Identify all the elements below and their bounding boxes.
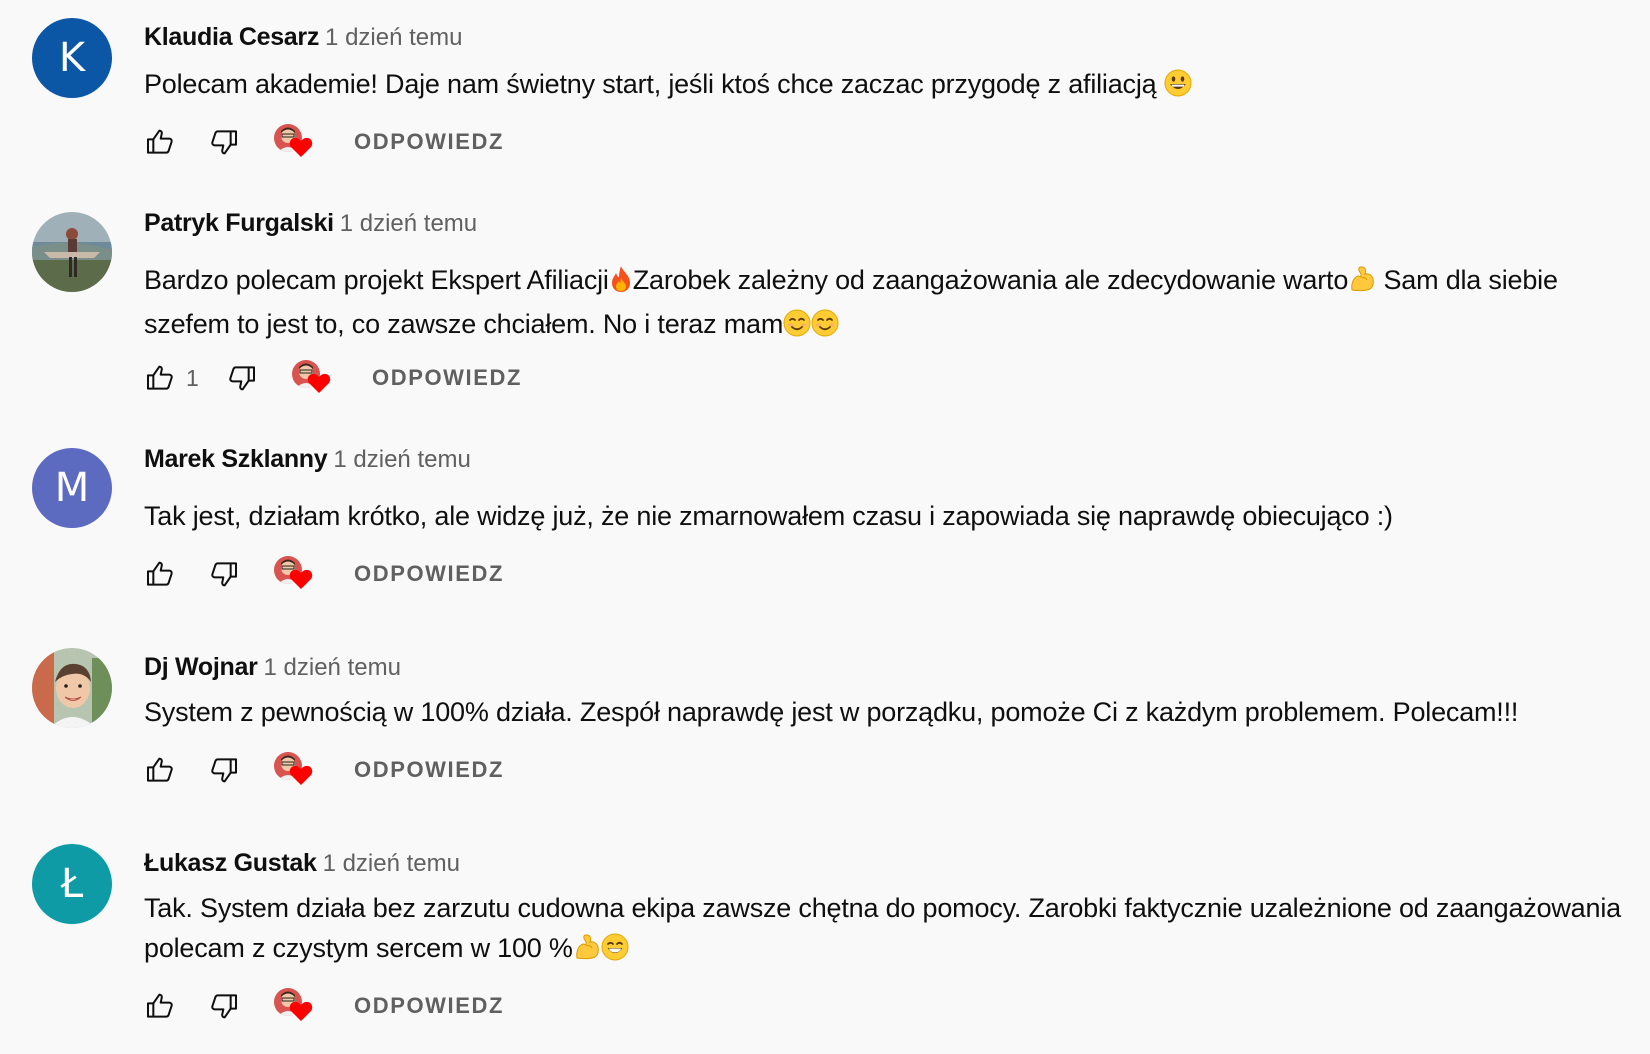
comment-text: Bardzo polecam projekt Ekspert Afiliacji… xyxy=(144,260,1634,348)
avatar[interactable]: Ł xyxy=(32,844,112,924)
heart-icon xyxy=(289,136,313,163)
like-button[interactable] xyxy=(140,358,180,398)
creator-heart-badge xyxy=(272,986,316,1026)
thumbs-down-icon xyxy=(211,130,237,155)
author-name[interactable]: Klaudia Cesarz xyxy=(144,23,319,51)
comments-list: K Klaudia Cesarz 1 dzień temu Polecam aka… xyxy=(0,0,1650,1054)
reply-button[interactable]: ODPOWIEDZ xyxy=(354,129,504,155)
comment-time[interactable]: 1 dzień temu xyxy=(323,850,460,877)
avatar-letter: K xyxy=(58,35,86,81)
reply-button[interactable]: ODPOWIEDZ xyxy=(372,365,522,391)
comment-time[interactable]: 1 dzień temu xyxy=(333,446,470,473)
thumbs-up-icon xyxy=(147,561,173,586)
flexed-biceps-icon xyxy=(573,932,601,972)
author-name[interactable]: Patryk Furgalski xyxy=(144,209,334,237)
comment-time[interactable]: 1 dzień temu xyxy=(340,210,477,237)
grinning-face-icon xyxy=(1164,68,1192,108)
creator-heart-badge xyxy=(272,122,316,162)
comment-text: Tak. System działa bez zarzutu cudowna e… xyxy=(144,888,1634,972)
heart-icon xyxy=(289,568,313,595)
avatar-letter: M xyxy=(54,465,90,511)
comment-actions: ODPOWIEDZ xyxy=(140,122,504,162)
dislike-button[interactable] xyxy=(222,358,262,398)
like-button[interactable] xyxy=(140,122,180,162)
comment-header: Łukasz Gustak 1 dzień temu xyxy=(144,848,460,882)
author-name[interactable]: Marek Szklanny xyxy=(144,445,328,473)
reply-button[interactable]: ODPOWIEDZ xyxy=(354,993,504,1019)
thumbs-down-icon xyxy=(211,562,237,587)
comment-time[interactable]: 1 dzień temu xyxy=(325,24,462,51)
avatar[interactable]: M xyxy=(32,448,112,528)
like-button[interactable] xyxy=(140,554,180,594)
creator-heart-badge xyxy=(290,358,334,398)
avatar[interactable] xyxy=(32,212,112,292)
author-name[interactable]: Łukasz Gustak xyxy=(144,849,317,877)
heart-icon xyxy=(307,372,331,399)
comment-actions: ODPOWIEDZ xyxy=(140,986,504,1026)
avatar[interactable] xyxy=(32,648,112,728)
avatar[interactable]: K xyxy=(32,18,112,98)
smiling-face-icon xyxy=(811,308,839,348)
dislike-button[interactable] xyxy=(204,554,244,594)
comment-text: System z pewnością w 100% działa. Zespół… xyxy=(144,692,1634,732)
flexed-biceps-icon xyxy=(1348,264,1376,304)
comment-text-part: Polecam akademie! Daje nam świetny start… xyxy=(144,69,1164,99)
dislike-button[interactable] xyxy=(204,122,244,162)
beaming-face-icon xyxy=(601,932,629,972)
comment-header: Marek Szklanny 1 dzień temu xyxy=(144,444,471,478)
thumbs-up-icon xyxy=(147,993,173,1018)
smiling-face-icon xyxy=(783,308,811,348)
comment-text: Polecam akademie! Daje nam świetny start… xyxy=(144,64,1634,108)
creator-heart-badge xyxy=(272,750,316,790)
comment-header: Klaudia Cesarz 1 dzień temu xyxy=(144,22,462,56)
dislike-button[interactable] xyxy=(204,750,244,790)
comment-header: Dj Wojnar 1 dzień temu xyxy=(144,652,401,686)
comment-text-part: Tak. System działa bez zarzutu cudowna e… xyxy=(144,893,1621,963)
thumbs-up-icon xyxy=(147,129,173,154)
thumbs-down-icon xyxy=(211,994,237,1019)
reply-button[interactable]: ODPOWIEDZ xyxy=(354,561,504,587)
author-name[interactable]: Dj Wojnar xyxy=(144,653,258,681)
like-count: 1 xyxy=(186,364,199,391)
avatar-letter: Ł xyxy=(60,861,84,907)
comment-text-part: System z pewnością w 100% działa. Zespół… xyxy=(144,697,1519,727)
thumbs-down-icon xyxy=(211,758,237,783)
comment-text-part: Bardzo polecam projekt Ekspert Afiliacji xyxy=(144,265,609,295)
comment-text-part: Zarobek zależny od zaangażowania ale zde… xyxy=(632,265,1349,295)
comment-time[interactable]: 1 dzień temu xyxy=(264,654,401,681)
thumbs-down-icon xyxy=(229,366,255,391)
dislike-button[interactable] xyxy=(204,986,244,1026)
comment-actions: ODPOWIEDZ xyxy=(140,750,504,790)
comment-actions: 1 ODPOWIEDZ xyxy=(140,358,522,398)
thumbs-up-icon xyxy=(147,757,173,782)
like-button[interactable] xyxy=(140,750,180,790)
like-button[interactable] xyxy=(140,986,180,1026)
comment-text: Tak jest, działam krótko, ale widzę już,… xyxy=(144,496,1634,536)
thumbs-up-icon xyxy=(147,365,173,390)
fire-icon xyxy=(609,264,633,304)
reply-button[interactable]: ODPOWIEDZ xyxy=(354,757,504,783)
comment-text-part: Tak jest, działam krótko, ale widzę już,… xyxy=(144,501,1393,531)
comment-actions: ODPOWIEDZ xyxy=(140,554,504,594)
creator-heart-badge xyxy=(272,554,316,594)
comment-header: Patryk Furgalski 1 dzień temu xyxy=(144,208,477,242)
heart-icon xyxy=(289,1000,313,1027)
heart-icon xyxy=(289,764,313,791)
